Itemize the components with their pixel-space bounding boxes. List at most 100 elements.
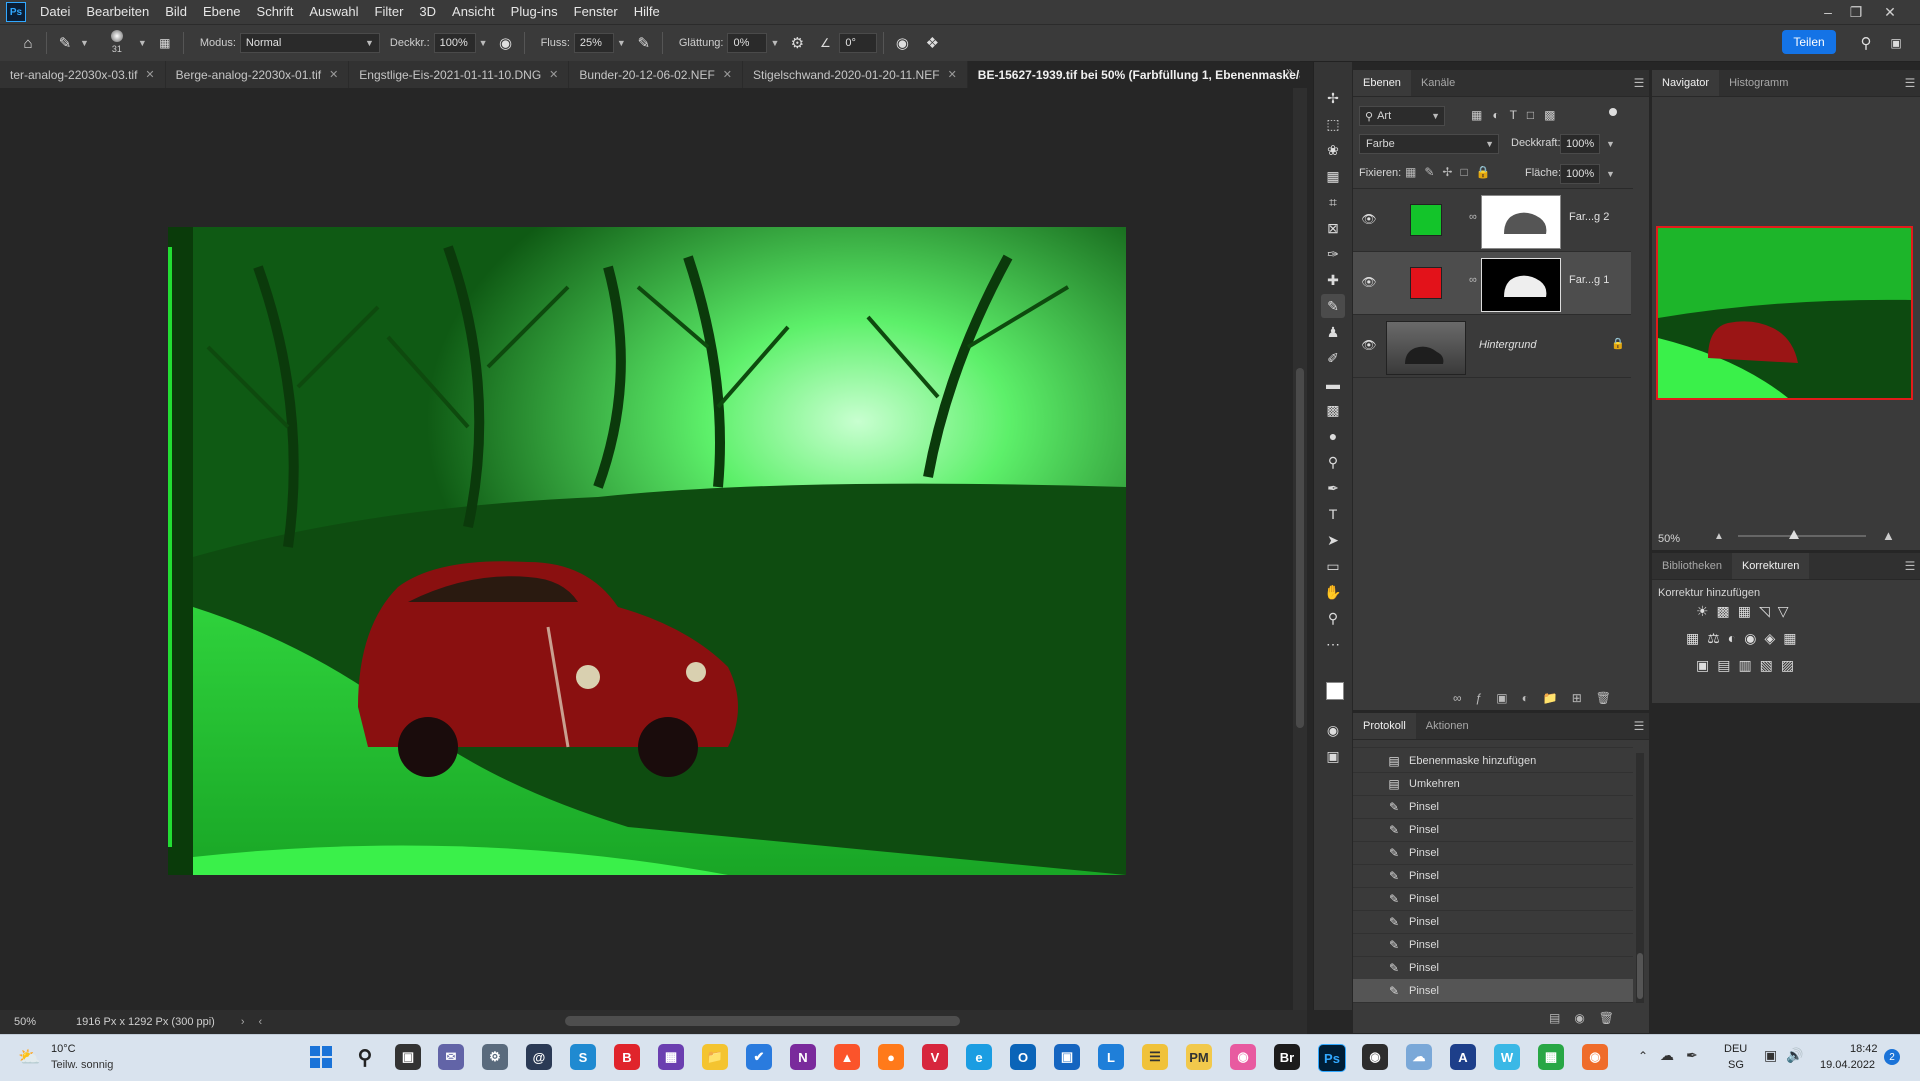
app-stripes-icon[interactable]: ☰ bbox=[1142, 1044, 1168, 1070]
quick-mask-icon[interactable]: ◉ bbox=[1321, 718, 1345, 742]
tab-navigator[interactable]: Navigator bbox=[1652, 70, 1720, 96]
move-tool-icon[interactable]: ✢ bbox=[1321, 86, 1345, 110]
tab-document-2[interactable]: Berge-analog-22030x-01.tif ✕ bbox=[166, 61, 350, 88]
panel-menu-icon[interactable]: ☰ bbox=[1629, 70, 1649, 96]
notification-badge[interactable]: 2 bbox=[1884, 1049, 1900, 1065]
volume-icon[interactable]: 🔊 bbox=[1786, 1047, 1803, 1064]
photoshop-taskbar-icon[interactable]: Ps bbox=[1318, 1044, 1346, 1072]
chevron-down-icon[interactable]: ▼ bbox=[617, 38, 626, 48]
tab-histogram[interactable]: Histogramm bbox=[1719, 70, 1798, 96]
adjustment-icons-row-3[interactable]: ▣▤▥▧▨ bbox=[1696, 657, 1802, 674]
layer-item[interactable]: 👁 ∞ Far...g 1 bbox=[1353, 252, 1631, 315]
app-pm-icon[interactable]: PM bbox=[1186, 1044, 1212, 1070]
layer-mask-thumbnail[interactable] bbox=[1481, 258, 1561, 312]
navigator-zoom[interactable]: 50% bbox=[1658, 533, 1680, 545]
blend-mode-select[interactable]: Farbe ▼ bbox=[1359, 134, 1499, 154]
network-icon[interactable]: ▣ bbox=[1764, 1047, 1777, 1064]
clone-stamp-tool-icon[interactable]: ♟ bbox=[1321, 320, 1345, 344]
keyboard-language[interactable]: DEU bbox=[1724, 1043, 1747, 1055]
vivaldi-icon[interactable]: V bbox=[922, 1044, 948, 1070]
zoom-slider-thumb[interactable] bbox=[1789, 530, 1799, 539]
weather-sun-icon[interactable]: ⛅ bbox=[18, 1047, 40, 1068]
tab-actions[interactable]: Aktionen bbox=[1416, 713, 1479, 739]
mode-select[interactable]: Normal ▼ bbox=[239, 33, 380, 53]
chevron-down-icon[interactable]: ▼ bbox=[1606, 139, 1615, 149]
app-l-icon[interactable]: L bbox=[1098, 1044, 1124, 1070]
tab-libraries[interactable]: Bibliotheken bbox=[1652, 553, 1732, 579]
gear-icon[interactable]: ⚙ bbox=[785, 31, 809, 55]
screen-mode-icon[interactable]: ▣ bbox=[1321, 744, 1345, 768]
gradient-tool-icon[interactable]: ▩ bbox=[1321, 398, 1345, 422]
layer-filter-select[interactable]: ⚲ Art ▼ bbox=[1359, 106, 1445, 126]
clock-time[interactable]: 18:42 bbox=[1850, 1043, 1878, 1055]
tab-overflow-icon[interactable]: » bbox=[1286, 64, 1293, 78]
info-arrow-icon[interactable]: › bbox=[241, 1016, 245, 1028]
outlook-icon[interactable]: O bbox=[1010, 1044, 1036, 1070]
more-tools-icon[interactable]: ⋯ bbox=[1321, 632, 1345, 656]
bridge-icon[interactable]: Br bbox=[1274, 1044, 1300, 1070]
tab-history[interactable]: Protokoll bbox=[1353, 713, 1416, 739]
tab-document-5[interactable]: Stigelschwand-2020-01-20-11.NEF ✕ bbox=[743, 61, 968, 88]
marquee-tool-icon[interactable]: ⬚ bbox=[1321, 112, 1345, 136]
dodge-tool-icon[interactable]: ⚲ bbox=[1321, 450, 1345, 474]
smoothing-field[interactable]: 0% bbox=[727, 33, 768, 53]
layer-opacity-field[interactable]: 100% bbox=[1560, 134, 1600, 154]
navigator-preview[interactable] bbox=[1656, 226, 1913, 400]
pen-tool-icon[interactable]: ✒ bbox=[1321, 476, 1345, 500]
onenote-icon[interactable]: N bbox=[790, 1044, 816, 1070]
angle-field[interactable]: 0° bbox=[839, 33, 878, 53]
panel-menu-icon[interactable]: ☰ bbox=[1900, 553, 1920, 579]
app-w-icon[interactable]: W bbox=[1494, 1044, 1520, 1070]
visibility-eye-icon[interactable]: 👁 bbox=[1361, 211, 1377, 227]
menu-datei[interactable]: Datei bbox=[32, 0, 78, 24]
rectangle-tool-icon[interactable]: ▭ bbox=[1321, 554, 1345, 578]
restore-icon[interactable]: ❐ bbox=[1842, 0, 1870, 24]
link-icon[interactable]: ∞ bbox=[1469, 211, 1477, 223]
windows-start-icon[interactable] bbox=[308, 1044, 334, 1070]
flow-field[interactable]: 25% bbox=[573, 33, 614, 53]
history-footer-icons[interactable]: ▤◉🗑 bbox=[1549, 1011, 1628, 1025]
tab-layers[interactable]: Ebenen bbox=[1353, 70, 1411, 96]
layer-name[interactable]: Far...g 2 bbox=[1569, 211, 1609, 223]
tab-document-active[interactable]: BE-15627-1939.tif bei 50% (Farbfüllung 1… bbox=[967, 61, 1300, 88]
close-icon[interactable]: ✕ bbox=[145, 68, 154, 81]
fill-layer-swatch[interactable] bbox=[1410, 267, 1442, 299]
visibility-eye-icon[interactable]: 👁 bbox=[1361, 337, 1377, 353]
store-icon[interactable]: ▣ bbox=[1054, 1044, 1080, 1070]
brush-tool-icon[interactable]: ✎ bbox=[1321, 294, 1345, 318]
minimize-icon[interactable]: – bbox=[1814, 0, 1842, 24]
app-green-icon[interactable]: ▦ bbox=[1538, 1044, 1564, 1070]
blur-tool-icon[interactable]: ● bbox=[1321, 424, 1345, 448]
history-step[interactable]: ✎ Pinsel bbox=[1353, 956, 1633, 980]
edge-icon[interactable]: e bbox=[966, 1044, 992, 1070]
horizontal-scroll-thumb[interactable] bbox=[565, 1016, 960, 1026]
calendar-app-icon[interactable]: ▦ bbox=[658, 1044, 684, 1070]
menu-schrift[interactable]: Schrift bbox=[249, 0, 302, 24]
history-scrollbar[interactable] bbox=[1636, 753, 1644, 1003]
chevron-down-icon[interactable]: ▼ bbox=[770, 38, 779, 48]
tab-channels[interactable]: Kanäle bbox=[1411, 70, 1465, 96]
search-icon[interactable]: ⚲ bbox=[1854, 31, 1878, 55]
history-step[interactable]: ✎ Pinsel bbox=[1353, 818, 1633, 842]
chevron-down-icon[interactable]: ▼ bbox=[1606, 169, 1615, 179]
panel-menu-icon[interactable]: ☰ bbox=[1900, 70, 1920, 96]
search-icon[interactable]: ⚲ bbox=[352, 1044, 378, 1070]
app-cloud-icon[interactable]: ☁ bbox=[1406, 1044, 1432, 1070]
workspace-icon[interactable]: ▣ bbox=[1884, 31, 1908, 55]
opacity-field[interactable]: 100% bbox=[433, 33, 476, 53]
layer-name[interactable]: Far...g 1 bbox=[1569, 274, 1609, 286]
app-a-icon[interactable]: A bbox=[1450, 1044, 1476, 1070]
history-step[interactable]: ✎ Pinsel bbox=[1353, 910, 1633, 934]
zoom-level[interactable]: 50% bbox=[14, 1016, 36, 1028]
layer-item[interactable]: 👁 Hintergrund 🔒 bbox=[1353, 315, 1631, 378]
tab-adjustments[interactable]: Korrekturen bbox=[1731, 553, 1810, 579]
brush-preset-icon[interactable]: ✎ bbox=[53, 31, 77, 55]
close-icon[interactable]: ✕ bbox=[948, 68, 957, 81]
app-script-icon[interactable]: S bbox=[570, 1044, 596, 1070]
background-layer-thumbnail[interactable] bbox=[1386, 321, 1466, 375]
history-step[interactable]: ▤ Umkehren bbox=[1353, 772, 1633, 796]
brush-size-picker[interactable]: 31 bbox=[101, 28, 135, 58]
layer-item[interactable]: 👁 ∞ Far...g 2 bbox=[1353, 189, 1631, 252]
todo-icon[interactable]: ✔ bbox=[746, 1044, 772, 1070]
history-scroll-thumb[interactable] bbox=[1637, 953, 1643, 999]
